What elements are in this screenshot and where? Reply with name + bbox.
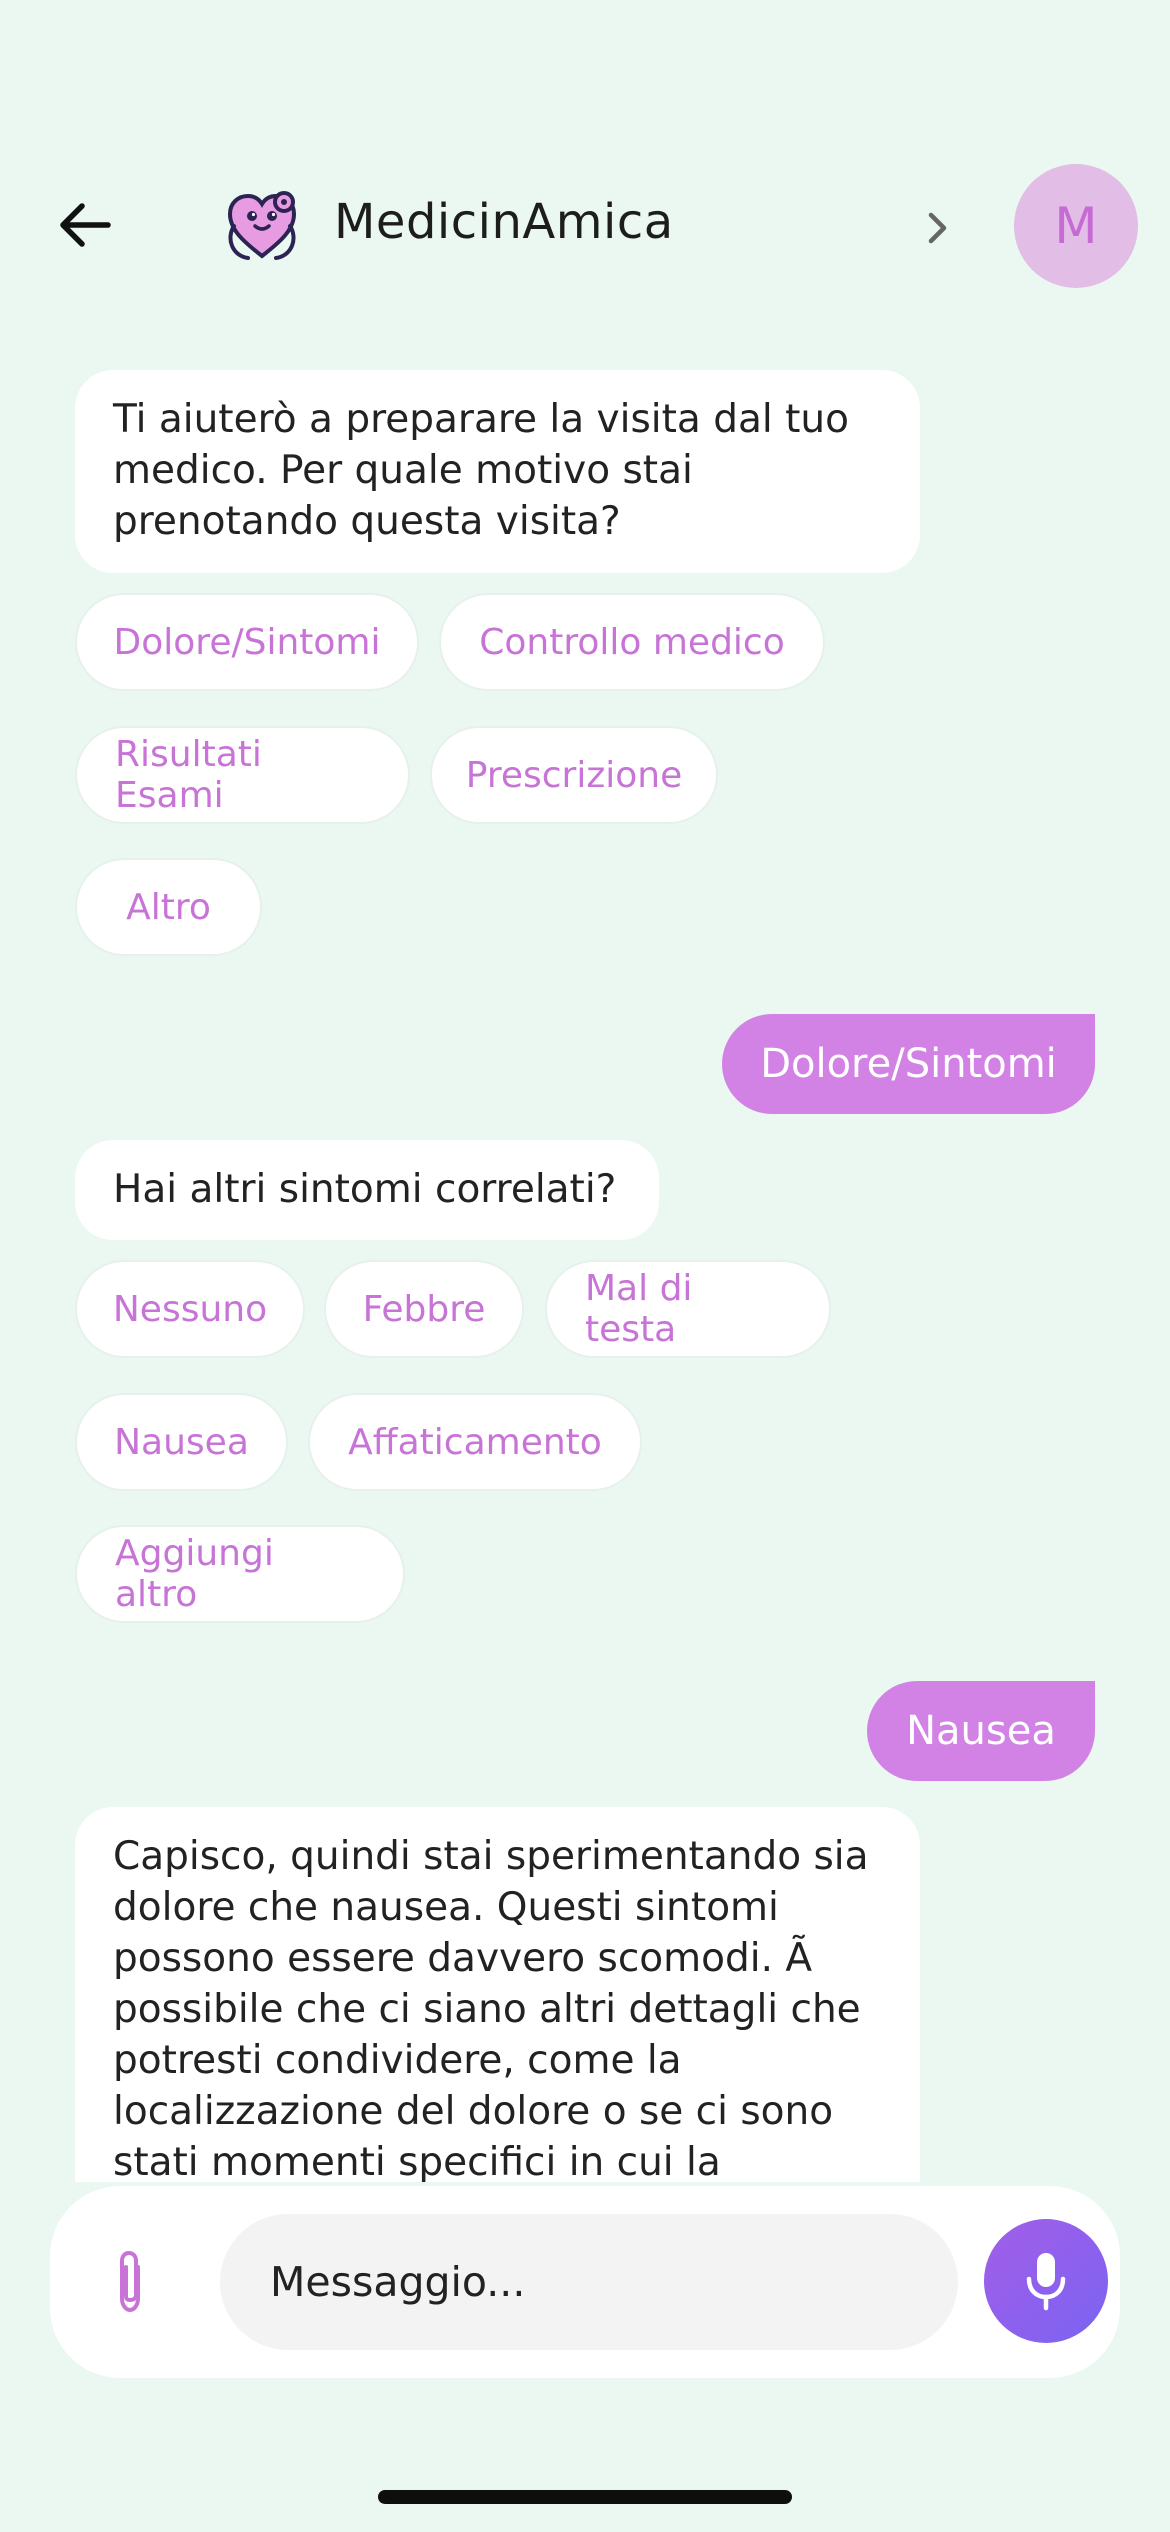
paperclip-icon [120, 2250, 140, 2313]
user-message: Dolore/Sintomi [722, 1014, 1095, 1114]
bot-message: Ti aiuterò a preparare la visita dal tuo… [75, 370, 920, 573]
chat-thread[interactable]: Ti aiuterò a preparare la visita dal tuo… [0, 370, 1170, 2182]
home-indicator [378, 2490, 792, 2504]
arrow-left-icon [60, 203, 111, 247]
chat-header: MedicinAmica M [0, 150, 1170, 300]
chevron-right-button[interactable] [910, 200, 966, 256]
user-avatar[interactable]: M [1014, 164, 1138, 288]
option-chip-risultati-esami[interactable]: Risultati Esami [75, 726, 410, 824]
option-chip-nausea[interactable]: Nausea [75, 1393, 288, 1491]
app-title: MedicinAmica [334, 194, 674, 250]
bot-message: Capisco, quindi stai sperimentando sia d… [75, 1807, 920, 2182]
option-chip-aggiungi-altro[interactable]: Aggiungi altro [75, 1525, 405, 1623]
back-button[interactable] [50, 190, 120, 260]
message-input[interactable] [220, 2214, 958, 2350]
attach-button[interactable] [90, 2242, 170, 2322]
mic-button[interactable] [984, 2219, 1108, 2343]
bot-message: Hai altri sintomi correlati? [75, 1140, 659, 1240]
option-chip-dolore-sintomi[interactable]: Dolore/Sintomi [75, 593, 419, 691]
microphone-icon [1026, 2253, 1066, 2311]
option-chip-nessuno[interactable]: Nessuno [75, 1260, 305, 1358]
option-chip-mal-di-testa[interactable]: Mal di testa [545, 1260, 831, 1358]
option-chip-affaticamento[interactable]: Affaticamento [308, 1393, 642, 1491]
message-composer [50, 2186, 1120, 2378]
option-chip-prescrizione[interactable]: Prescrizione [430, 726, 718, 824]
option-chip-controllo-medico[interactable]: Controllo medico [439, 593, 825, 691]
heart-stethoscope-logo [222, 186, 302, 266]
option-chip-febbre[interactable]: Febbre [324, 1260, 524, 1358]
chevron-right-icon [928, 212, 947, 244]
option-chip-altro[interactable]: Altro [75, 858, 262, 956]
user-message: Nausea [867, 1681, 1095, 1781]
